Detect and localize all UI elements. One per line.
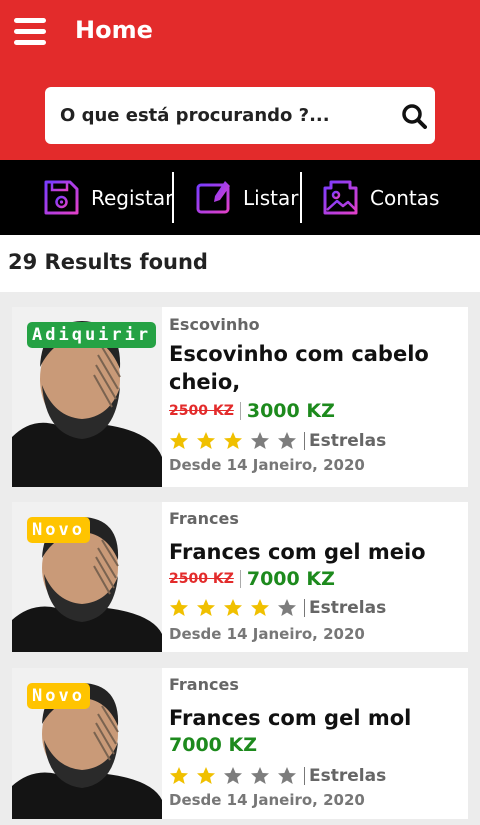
listing-category: Escovinho bbox=[169, 315, 260, 334]
current-price: 7000 KZ bbox=[246, 568, 335, 590]
star-empty-icon bbox=[278, 599, 296, 616]
listing-title: Frances com gel mol bbox=[169, 706, 412, 730]
rating-label: Estrelas bbox=[304, 767, 386, 785]
status-badge: Adiquirir bbox=[27, 322, 157, 348]
star-filled-icon bbox=[170, 767, 188, 784]
listing-details: Escovinho Escovinho com cabelo cheio, 25… bbox=[169, 307, 462, 474]
listing-details: Frances Frances com gel mol 7000 KZ Estr… bbox=[169, 668, 462, 809]
listing-card[interactable]: Adiquirir Escovinho Escovinho com cabelo… bbox=[12, 307, 468, 487]
results-count: 29 Results found bbox=[8, 250, 208, 274]
list-icon bbox=[196, 181, 230, 214]
star-filled-icon bbox=[170, 599, 188, 616]
search-icon[interactable] bbox=[401, 103, 427, 129]
app-header: Home bbox=[0, 0, 480, 160]
rating: Estrelas bbox=[169, 594, 462, 622]
nav-divider bbox=[300, 172, 302, 223]
action-nav-bar: Registar Listar Contas bbox=[0, 160, 480, 235]
star-filled-icon bbox=[197, 767, 215, 784]
star-empty-icon bbox=[278, 767, 296, 784]
nav-item-listar[interactable]: Listar bbox=[195, 160, 298, 235]
product-image: Novo bbox=[12, 502, 162, 652]
listing-card[interactable]: Novo Frances Frances com gel mol 7000 KZ… bbox=[12, 668, 468, 819]
listing-card[interactable]: Novo Frances Frances com gel meio 2500 K… bbox=[12, 502, 468, 652]
product-image: Adiquirir bbox=[12, 307, 162, 487]
star-filled-icon bbox=[251, 599, 269, 616]
accounts-image-icon bbox=[323, 180, 358, 215]
save-disk-icon bbox=[44, 180, 79, 215]
price-row: 2500 KZ 7000 KZ bbox=[169, 566, 462, 592]
search-bar bbox=[45, 87, 435, 144]
rating: Estrelas bbox=[169, 762, 462, 790]
rating-label: Estrelas bbox=[304, 599, 386, 617]
listing-title: Frances com gel meio bbox=[169, 540, 426, 564]
listing-category: Frances bbox=[169, 675, 239, 694]
star-empty-icon bbox=[278, 432, 296, 449]
price-divider bbox=[239, 402, 241, 420]
nav-item-registar[interactable]: Registar bbox=[43, 160, 173, 235]
nav-item-contas[interactable]: Contas bbox=[322, 160, 439, 235]
listing-date: Desde 14 Janeiro, 2020 bbox=[169, 625, 365, 643]
star-empty-icon bbox=[251, 767, 269, 784]
listing-date: Desde 14 Janeiro, 2020 bbox=[169, 791, 365, 809]
star-filled-icon bbox=[224, 599, 242, 616]
old-price: 2500 KZ bbox=[169, 403, 234, 419]
star-empty-icon bbox=[224, 767, 242, 784]
nav-divider bbox=[172, 172, 174, 223]
old-price: 2500 KZ bbox=[169, 571, 234, 587]
star-filled-icon bbox=[170, 432, 188, 449]
nav-item-label: Registar bbox=[91, 185, 174, 210]
rating-label: Estrelas bbox=[304, 432, 386, 450]
hamburger-menu-icon[interactable] bbox=[14, 18, 48, 48]
status-badge: Novo bbox=[27, 683, 90, 709]
price-divider bbox=[239, 570, 241, 588]
star-filled-icon bbox=[197, 599, 215, 616]
listing-details: Frances Frances com gel meio 2500 KZ 700… bbox=[169, 502, 462, 643]
price-row: 7000 KZ bbox=[169, 732, 462, 758]
price-row: 2500 KZ 3000 KZ bbox=[169, 398, 462, 424]
status-badge: Novo bbox=[27, 517, 90, 543]
product-image: Novo bbox=[12, 668, 162, 819]
star-filled-icon bbox=[224, 432, 242, 449]
listing-title: Escovinho com cabelo cheio, bbox=[169, 342, 429, 394]
rating: Estrelas bbox=[169, 427, 462, 455]
listing-category: Frances bbox=[169, 509, 239, 528]
current-price: 7000 KZ bbox=[169, 734, 257, 756]
nav-item-label: Listar bbox=[243, 185, 299, 210]
star-filled-icon bbox=[197, 432, 215, 449]
listing-date: Desde 14 Janeiro, 2020 bbox=[169, 456, 365, 474]
nav-item-label: Contas bbox=[370, 185, 440, 210]
star-empty-icon bbox=[251, 432, 269, 449]
search-input[interactable] bbox=[45, 87, 385, 144]
results-summary: 29 Results found bbox=[0, 235, 480, 292]
page-title: Home bbox=[75, 16, 153, 44]
current-price: 3000 KZ bbox=[246, 400, 335, 422]
